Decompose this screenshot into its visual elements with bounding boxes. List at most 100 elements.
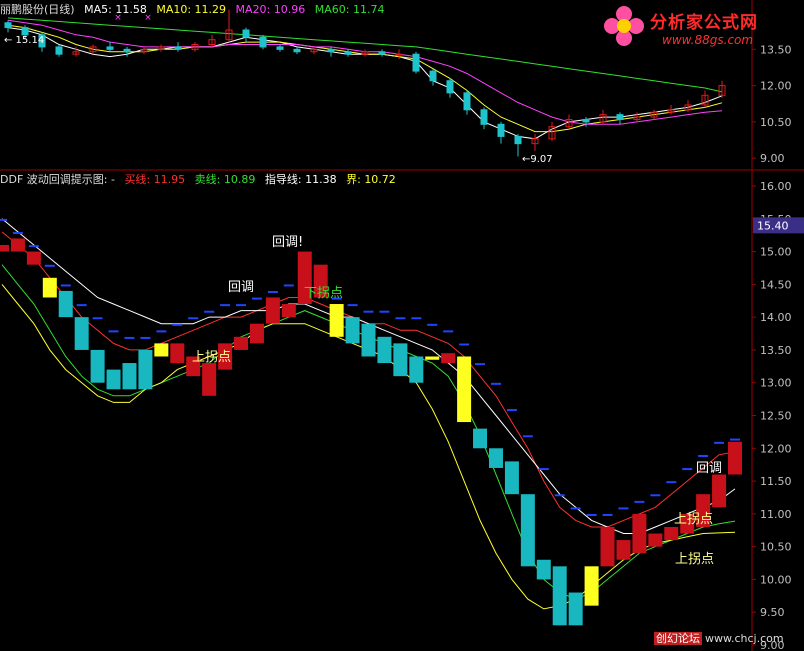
candle-body	[582, 118, 590, 123]
indicator-block	[568, 592, 583, 626]
watermark-url: www.chcj.com	[705, 632, 784, 645]
indicator-block	[504, 461, 519, 495]
y-tick-label: 12.00	[760, 80, 792, 93]
indicator-block	[552, 566, 567, 626]
chart-canvas: 13.5012.0010.509.00× ×← 15.14←9.0716.0015…	[0, 0, 804, 651]
low-annotation: ←9.07	[522, 154, 553, 165]
indicator-block	[281, 304, 296, 318]
y-tick-label: 14.00	[760, 311, 792, 324]
indicator-block	[329, 304, 344, 337]
indicator-block	[58, 290, 73, 318]
stock-name: 丽鹏股份(日线)	[0, 3, 75, 16]
annotation-label: 上拐点	[675, 552, 714, 567]
annotation-label: 下拐点	[304, 286, 343, 301]
logo-title: 分析家公式网	[650, 13, 758, 33]
site-logo: 分析家公式网 www.88gs.com	[602, 2, 802, 52]
y-tick-label: 10.50	[760, 541, 792, 554]
candle-body	[480, 109, 488, 125]
candle-body	[106, 46, 114, 50]
indicator-block	[361, 323, 376, 357]
y-tick-label: 12.50	[760, 410, 792, 423]
candle-body	[395, 53, 403, 56]
indicator-block	[26, 251, 41, 265]
candle-body	[412, 53, 420, 72]
candle-body	[123, 48, 131, 53]
y-tick-label: 13.00	[760, 377, 792, 390]
y-tick-label: 12.00	[760, 442, 792, 455]
annotation-label: 回调!	[272, 235, 303, 250]
annotation-label: 回调	[696, 461, 722, 476]
logo-url: www.88gs.com	[662, 33, 754, 47]
current-value-label: 15.40	[757, 219, 789, 232]
candle-body	[463, 92, 471, 111]
indicator-block	[154, 343, 169, 357]
candle-body	[242, 29, 250, 38]
indicator-block	[728, 441, 742, 475]
indicator-block	[441, 353, 456, 364]
candle-body	[174, 46, 182, 50]
indicator-block	[712, 474, 727, 508]
high-annotation: ← 15.14	[4, 35, 44, 46]
y-tick-label: 9.00	[760, 152, 785, 165]
indicator-block	[616, 540, 631, 560]
flower-logo-icon	[604, 6, 644, 46]
indicator-name: DDF 波动回调提示图: -	[0, 173, 115, 186]
indicator-block	[234, 336, 249, 350]
candle-body	[378, 51, 386, 55]
guide-line-readout: 指导线: 11.38	[264, 173, 337, 186]
indicator-panel-header: DDF 波动回调提示图: - 买线: 11.95 卖线: 10.89 指导线: …	[0, 171, 402, 187]
annotation-label: 上拐点	[674, 512, 713, 527]
indicator-block	[138, 349, 153, 390]
annotation-label: 上拐点	[192, 350, 231, 365]
candle-body	[259, 36, 267, 48]
candle-body	[497, 123, 505, 137]
ma10-readout: MA10: 11.29	[156, 3, 227, 16]
annotation-label: 回调	[228, 280, 254, 295]
indicator-block	[409, 356, 424, 383]
indicator-block	[74, 317, 89, 350]
indicator-block	[170, 343, 185, 364]
indicator-block	[249, 323, 264, 344]
candle-body	[21, 27, 29, 36]
indicator-block	[345, 317, 360, 344]
y-tick-label: 10.50	[760, 116, 792, 129]
indicator-block	[488, 448, 503, 468]
watermark: 创幻论坛 www.chcj.com	[654, 630, 784, 646]
y-tick-label: 11.00	[760, 508, 792, 521]
indicator-block	[520, 494, 535, 567]
buy-line-readout: 买线: 11.95	[124, 173, 186, 186]
ma20-readout: MA20: 10.96	[235, 3, 306, 16]
indicator-block	[425, 356, 440, 360]
candle-body	[4, 22, 12, 29]
indicator-block	[393, 343, 408, 377]
candle-body	[327, 48, 335, 53]
y-tick-label: 13.50	[760, 344, 792, 357]
indicator-block	[600, 526, 615, 567]
candle-body	[514, 135, 522, 145]
y-tick-label: 10.00	[760, 573, 792, 586]
y-tick-label: 9.50	[760, 606, 785, 619]
candle-body	[616, 114, 624, 120]
indicator-block	[10, 238, 25, 252]
indicator-block	[664, 526, 679, 541]
indicator-block	[632, 513, 647, 554]
y-tick-label: 11.50	[760, 475, 792, 488]
indicator-block	[377, 336, 392, 364]
watermark-forum: 创幻论坛	[654, 632, 702, 645]
indicator-block	[0, 245, 9, 252]
candle-body	[446, 80, 454, 94]
y-tick-label: 15.00	[760, 246, 792, 259]
indicator-block	[122, 363, 137, 390]
y-tick-label: 14.50	[760, 278, 792, 291]
indicator-block	[473, 428, 488, 449]
y-tick-label: 16.00	[760, 180, 792, 193]
indicator-block	[536, 559, 551, 580]
indicator-block	[584, 566, 599, 606]
indicator-block	[90, 349, 105, 383]
indicator-block	[106, 369, 121, 390]
bound-line-readout: 界: 10.72	[346, 173, 396, 186]
candle-body	[344, 51, 352, 55]
indicator-block	[202, 363, 217, 396]
candle-body	[293, 48, 301, 53]
ma60-readout: MA60: 11.74	[314, 3, 385, 16]
